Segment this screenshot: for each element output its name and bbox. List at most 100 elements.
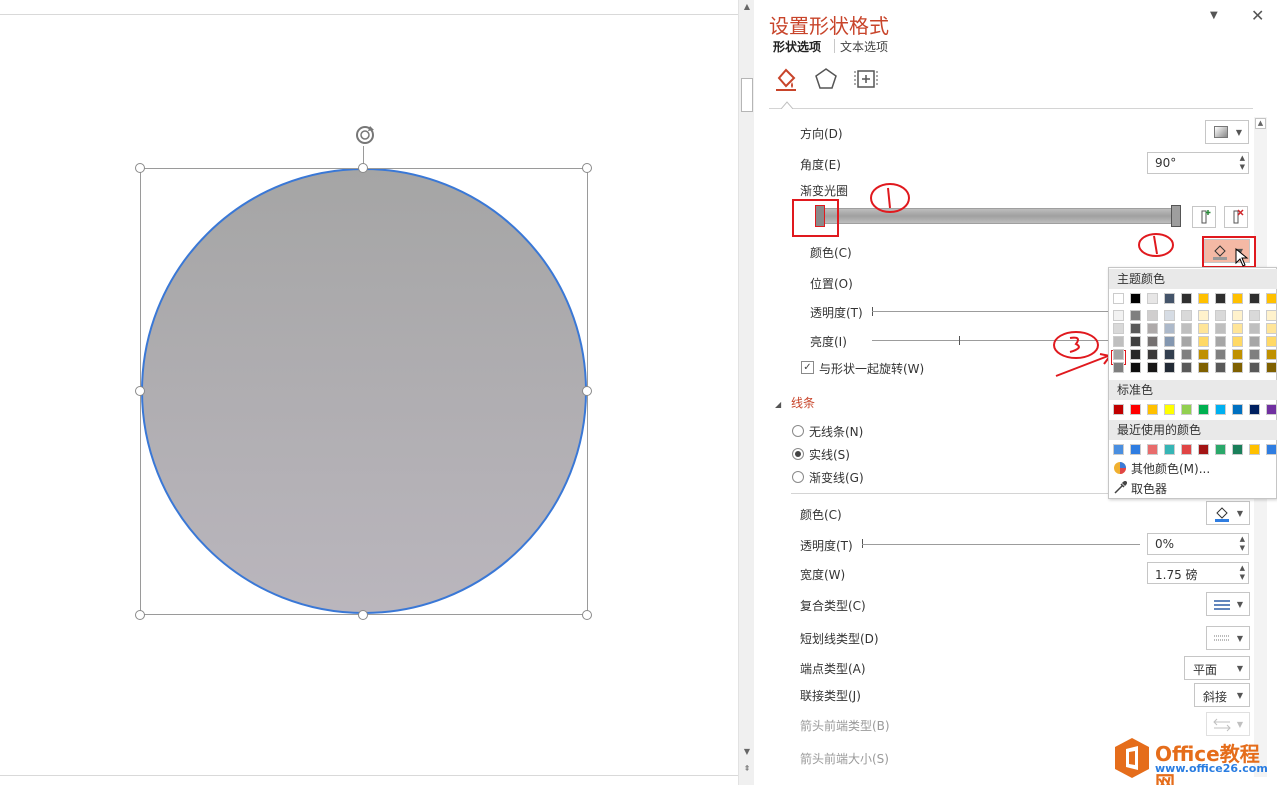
recent-color-swatch[interactable]	[1232, 444, 1243, 455]
standard-color-swatch[interactable]	[1113, 404, 1124, 415]
dash-type-dropdown[interactable]: ▼	[1206, 626, 1250, 650]
theme-shade-swatch[interactable]	[1181, 336, 1192, 347]
theme-shade-swatch[interactable]	[1215, 310, 1226, 321]
compound-type-dropdown[interactable]: ▼	[1206, 592, 1250, 616]
theme-shade-swatch[interactable]	[1215, 336, 1226, 347]
solid-line-radio[interactable]	[792, 448, 804, 460]
prev-slide-icon[interactable]: ⇞	[739, 762, 755, 776]
standard-color-swatch[interactable]	[1215, 404, 1226, 415]
resize-handle-n[interactable]	[358, 163, 368, 173]
resize-handle-sw[interactable]	[135, 610, 145, 620]
theme-shade-swatch[interactable]	[1215, 362, 1226, 373]
spinner-arrows-icon[interactable]: ▲ ▼	[1240, 564, 1245, 582]
theme-shade-swatch[interactable]	[1232, 336, 1243, 347]
standard-color-swatch[interactable]	[1198, 404, 1209, 415]
resize-handle-ne[interactable]	[582, 163, 592, 173]
theme-shade-swatch[interactable]	[1113, 323, 1124, 334]
theme-shade-swatch[interactable]	[1249, 362, 1260, 373]
recent-color-swatch[interactable]	[1147, 444, 1158, 455]
slide-canvas[interactable]	[0, 0, 738, 785]
theme-shade-swatch[interactable]	[1266, 336, 1277, 347]
standard-color-swatch[interactable]	[1249, 404, 1260, 415]
resize-handle-se[interactable]	[582, 610, 592, 620]
tab-text-options[interactable]: 文本选项	[840, 38, 888, 55]
theme-shade-swatch[interactable]	[1181, 349, 1192, 360]
theme-color-swatch[interactable]	[1215, 293, 1226, 304]
rotate-with-shape-checkbox[interactable]: ✓	[801, 361, 814, 374]
standard-color-swatch[interactable]	[1147, 404, 1158, 415]
line-section-toggle[interactable]: ◢ 线条	[775, 394, 815, 411]
theme-shade-swatch[interactable]	[1198, 362, 1209, 373]
fill-line-icon[interactable]	[773, 66, 799, 92]
standard-color-swatch[interactable]	[1181, 404, 1192, 415]
spinner-arrows-icon[interactable]: ▲ ▼	[1240, 535, 1245, 553]
recent-color-swatch[interactable]	[1113, 444, 1124, 455]
recent-color-swatch[interactable]	[1130, 444, 1141, 455]
standard-color-swatch[interactable]	[1164, 404, 1175, 415]
resize-handle-nw[interactable]	[135, 163, 145, 173]
recent-color-swatch[interactable]	[1266, 444, 1277, 455]
spinner-arrows-icon[interactable]: ▲ ▼	[1240, 154, 1245, 172]
line-transparency-slider[interactable]	[862, 544, 1140, 545]
recent-color-swatch[interactable]	[1198, 444, 1209, 455]
add-gradient-stop-button[interactable]	[1192, 206, 1216, 228]
theme-shade-swatch[interactable]	[1232, 323, 1243, 334]
pane-scroll-up-icon[interactable]: ▲	[1255, 118, 1266, 129]
scroll-thumb[interactable]	[741, 78, 753, 112]
theme-shade-swatch[interactable]	[1164, 336, 1175, 347]
theme-shade-swatch[interactable]	[1198, 323, 1209, 334]
theme-shade-swatch[interactable]	[1113, 336, 1124, 347]
more-colors-item[interactable]: 其他颜色(M)...	[1131, 460, 1210, 477]
direction-dropdown[interactable]: ▼	[1205, 120, 1249, 144]
theme-color-swatch[interactable]	[1113, 293, 1124, 304]
theme-shade-swatch[interactable]	[1232, 310, 1243, 321]
theme-shade-swatch[interactable]	[1249, 349, 1260, 360]
theme-shade-swatch[interactable]	[1181, 310, 1192, 321]
close-icon[interactable]: ✕	[1251, 6, 1264, 25]
canvas-vertical-scrollbar[interactable]: ▲ ▼ ⇞	[738, 0, 754, 785]
theme-shade-swatch[interactable]	[1266, 362, 1277, 373]
line-transparency-spinner[interactable]: 0% ▲ ▼	[1147, 533, 1249, 555]
recent-color-swatch[interactable]	[1164, 444, 1175, 455]
theme-shade-swatch[interactable]	[1266, 310, 1277, 321]
cap-type-dropdown[interactable]: 平面 ▼	[1184, 656, 1250, 680]
theme-shade-swatch[interactable]	[1113, 349, 1124, 360]
theme-color-swatch[interactable]	[1198, 293, 1209, 304]
theme-shade-swatch[interactable]	[1147, 349, 1158, 360]
theme-shade-swatch[interactable]	[1198, 310, 1209, 321]
theme-shade-swatch[interactable]	[1181, 362, 1192, 373]
theme-color-swatch[interactable]	[1249, 293, 1260, 304]
theme-shade-swatch[interactable]	[1164, 310, 1175, 321]
arrow-begin-type-dropdown[interactable]: ▼	[1206, 712, 1250, 736]
theme-shade-swatch[interactable]	[1147, 310, 1158, 321]
pane-options-chevron-icon[interactable]: ▼	[1210, 10, 1218, 21]
theme-shade-swatch[interactable]	[1198, 349, 1209, 360]
theme-color-swatch[interactable]	[1164, 293, 1175, 304]
theme-color-swatch[interactable]	[1130, 293, 1141, 304]
theme-shade-swatch[interactable]	[1164, 349, 1175, 360]
theme-shade-swatch[interactable]	[1164, 323, 1175, 334]
standard-color-swatch[interactable]	[1266, 404, 1277, 415]
theme-color-swatch[interactable]	[1266, 293, 1277, 304]
size-properties-icon[interactable]	[853, 66, 879, 92]
theme-shade-swatch[interactable]	[1147, 362, 1158, 373]
theme-shade-swatch[interactable]	[1249, 323, 1260, 334]
tab-shape-options[interactable]: 形状选项	[773, 38, 821, 55]
scroll-down-arrow-icon[interactable]: ▼	[739, 745, 755, 759]
theme-shade-swatch[interactable]	[1113, 362, 1124, 373]
resize-handle-e[interactable]	[582, 386, 592, 396]
theme-shade-swatch[interactable]	[1266, 323, 1277, 334]
theme-shade-swatch[interactable]	[1249, 310, 1260, 321]
theme-shade-swatch[interactable]	[1232, 362, 1243, 373]
theme-shade-swatch[interactable]	[1130, 349, 1141, 360]
standard-color-swatch[interactable]	[1232, 404, 1243, 415]
standard-color-swatch[interactable]	[1130, 404, 1141, 415]
angle-spinner[interactable]: 90° ▲ ▼	[1147, 152, 1249, 174]
theme-color-swatch[interactable]	[1232, 293, 1243, 304]
recent-color-swatch[interactable]	[1215, 444, 1226, 455]
line-width-spinner[interactable]: 1.75 磅 ▲ ▼	[1147, 562, 1249, 584]
scroll-up-arrow-icon[interactable]: ▲	[739, 0, 755, 14]
theme-shade-swatch[interactable]	[1249, 336, 1260, 347]
stop-transparency-slider[interactable]	[872, 311, 1108, 312]
theme-shade-swatch[interactable]	[1266, 349, 1277, 360]
